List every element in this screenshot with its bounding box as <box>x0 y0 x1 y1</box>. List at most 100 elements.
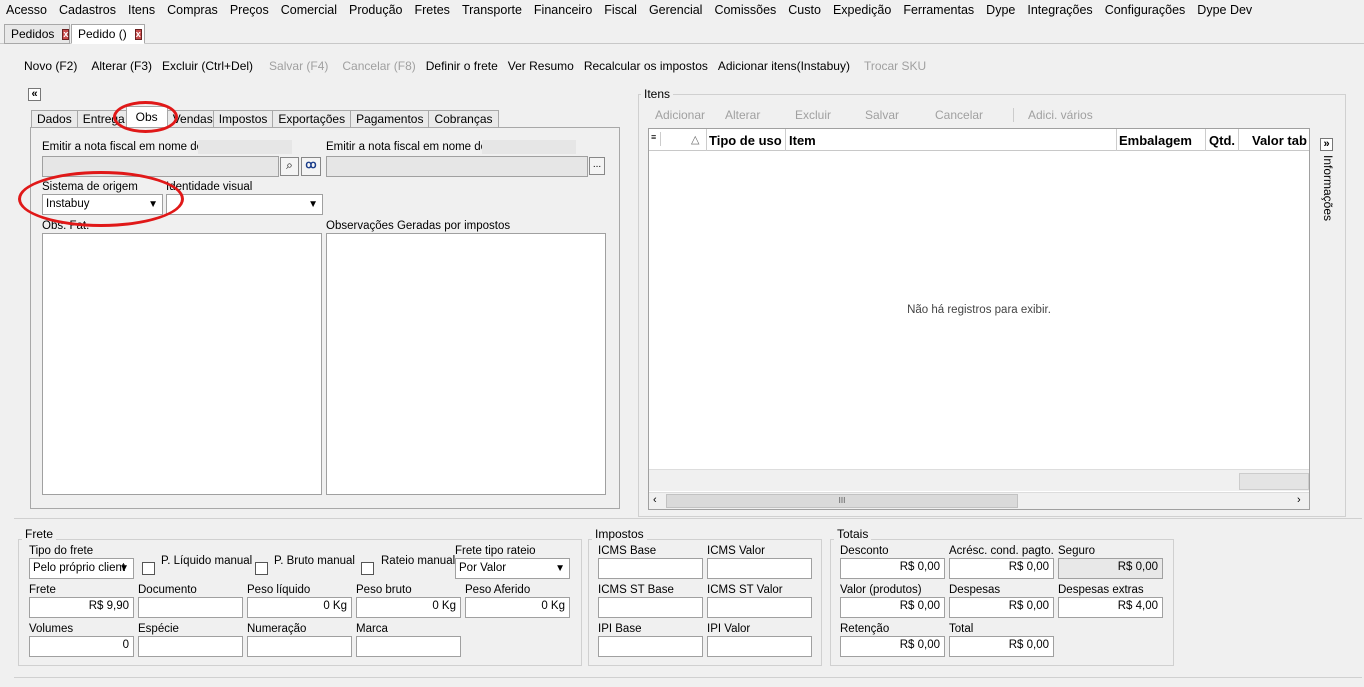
rateio-manual-checkbox[interactable] <box>361 562 374 575</box>
menu-comercial[interactable]: Comercial <box>275 3 343 17</box>
grid-header: ≡ △ Tipo de uso Item Embalagem Qtd. Valo… <box>649 129 1309 151</box>
volumes-input[interactable]: 0 <box>29 636 134 657</box>
tab-exportacoes[interactable]: Exportações <box>272 110 352 128</box>
documento-input[interactable] <box>138 597 243 618</box>
definir-frete-button[interactable]: Definir o frete <box>426 59 498 73</box>
close-icon[interactable]: x <box>134 28 142 40</box>
p-bruto-manual-checkbox[interactable] <box>255 562 268 575</box>
peso-liquido-input[interactable]: 0 Kg <box>247 597 352 618</box>
desconto-input[interactable]: R$ 0,00 <box>840 558 945 579</box>
icms-valor-input[interactable] <box>707 558 812 579</box>
col-qtd[interactable]: Qtd. <box>1209 133 1235 148</box>
browse-button[interactable]: ... <box>589 157 605 175</box>
doc-tab-pedido[interactable]: Pedido () x <box>71 24 145 44</box>
doc-tab-pedidos[interactable]: Pedidos x <box>4 24 70 44</box>
tab-dados[interactable]: Dados <box>31 110 78 128</box>
ipi-base-input[interactable] <box>598 636 703 657</box>
icms-base-input[interactable] <box>598 558 703 579</box>
itens-alterar-button[interactable]: Alterar <box>725 108 795 122</box>
col-embalagem[interactable]: Embalagem <box>1119 133 1192 148</box>
desconto-label: Desconto <box>840 545 889 557</box>
menu-financeiro[interactable]: Financeiro <box>528 3 598 17</box>
menu-transporte[interactable]: Transporte <box>456 3 528 17</box>
col-tipo-de-uso[interactable]: Tipo de uso <box>709 133 782 148</box>
especie-input[interactable] <box>138 636 243 657</box>
menu-comissoes[interactable]: Comissões <box>708 3 782 17</box>
retencao-input[interactable]: R$ 0,00 <box>840 636 945 657</box>
p-liquido-manual-checkbox[interactable] <box>142 562 155 575</box>
obs-geradas-textarea[interactable] <box>326 233 606 495</box>
frete-input[interactable]: R$ 9,90 <box>29 597 134 618</box>
tab-impostos[interactable]: Impostos <box>212 110 274 128</box>
valor-produtos-input[interactable]: R$ 0,00 <box>840 597 945 618</box>
informacoes-side-tab[interactable]: Informações <box>1319 155 1335 225</box>
menu-bar: Acesso Cadastros Itens Compras Preços Co… <box>0 0 1364 20</box>
menu-integracoes[interactable]: Integrações <box>1021 3 1098 17</box>
divider <box>14 518 1362 519</box>
menu-fiscal[interactable]: Fiscal <box>598 3 643 17</box>
novo-button[interactable]: Novo (F2) <box>24 59 77 73</box>
col-item[interactable]: Item <box>789 133 816 148</box>
menu-dype[interactable]: Dype <box>980 3 1021 17</box>
menu-dype-dev[interactable]: Dype Dev <box>1191 3 1258 17</box>
adicionar-itens-button[interactable]: Adicionar itens(Instabuy) <box>718 59 850 73</box>
total-input[interactable]: R$ 0,00 <box>949 636 1054 657</box>
itens-excluir-button[interactable]: Excluir <box>795 108 865 122</box>
peso-aferido-input[interactable]: 0 Kg <box>465 597 570 618</box>
menu-producao[interactable]: Produção <box>343 3 409 17</box>
frete-tipo-rateio-value: Por Valor <box>459 562 507 574</box>
identidade-visual-select[interactable]: ▼ <box>166 194 323 215</box>
search-icon[interactable]: ⌕ <box>280 157 299 176</box>
expand-info-icon[interactable]: » <box>1320 138 1333 151</box>
collapse-icon[interactable]: « <box>28 88 41 101</box>
column-chooser-icon[interactable]: ≡ <box>651 132 661 146</box>
scroll-thumb[interactable]: III <box>666 494 1018 508</box>
col-valor-tab[interactable]: Valor tab <box>1252 133 1309 148</box>
excluir-button[interactable]: Excluir (Ctrl+Del) <box>162 59 253 73</box>
ipi-valor-input[interactable] <box>707 636 812 657</box>
ver-resumo-button[interactable]: Ver Resumo <box>508 59 574 73</box>
itens-cancelar-button[interactable]: Cancelar <box>935 108 1013 122</box>
recalcular-impostos-button[interactable]: Recalcular os impostos <box>584 59 708 73</box>
marca-input[interactable] <box>356 636 461 657</box>
menu-ferramentas[interactable]: Ferramentas <box>897 3 980 17</box>
menu-expedicao[interactable]: Expedição <box>827 3 897 17</box>
menu-configuracoes[interactable]: Configurações <box>1099 3 1192 17</box>
menu-gerencial[interactable]: Gerencial <box>643 3 709 17</box>
itens-adicionar-button[interactable]: Adicionar <box>655 108 725 122</box>
obs-tabs: Dados Entrega Obs Vendas Impostos Export… <box>31 104 499 128</box>
peso-bruto-input[interactable]: 0 Kg <box>356 597 461 618</box>
menu-acesso[interactable]: Acesso <box>0 3 53 17</box>
itens-salvar-button[interactable]: Salvar <box>865 108 935 122</box>
menu-precos[interactable]: Preços <box>224 3 275 17</box>
close-icon[interactable]: x <box>62 28 70 40</box>
emitir-nota-input-2[interactable] <box>326 156 588 177</box>
itens-adici-varios-button[interactable]: Adici. vários <box>1013 108 1093 122</box>
despesas-input[interactable]: R$ 0,00 <box>949 597 1054 618</box>
tab-pagamentos[interactable]: Pagamentos <box>350 110 430 128</box>
scroll-left-icon[interactable]: ‹ <box>653 494 657 506</box>
obs-fat-textarea[interactable] <box>42 233 322 495</box>
sort-icon[interactable]: △ <box>691 133 699 146</box>
frete-tipo-rateio-select[interactable]: Por Valor ▼ <box>455 558 570 579</box>
cancelar-button[interactable]: Cancelar (F8) <box>342 59 415 73</box>
menu-fretes[interactable]: Fretes <box>409 3 456 17</box>
menu-cadastros[interactable]: Cadastros <box>53 3 122 17</box>
horizontal-scrollbar[interactable]: ‹ III › <box>649 492 1309 509</box>
menu-custo[interactable]: Custo <box>782 3 827 17</box>
numeracao-input[interactable] <box>247 636 352 657</box>
trocar-sku-button[interactable]: Trocar SKU <box>864 59 926 73</box>
menu-compras[interactable]: Compras <box>161 3 224 17</box>
acresc-input[interactable]: R$ 0,00 <box>949 558 1054 579</box>
menu-itens[interactable]: Itens <box>122 3 161 17</box>
icms-st-valor-input[interactable] <box>707 597 812 618</box>
salvar-button[interactable]: Salvar (F4) <box>269 59 328 73</box>
seguro-input[interactable]: R$ 0,00 <box>1058 558 1163 579</box>
tipo-frete-select[interactable]: Pelo próprio client ▼ <box>29 558 134 579</box>
tab-cobrancas[interactable]: Cobranças <box>428 110 499 128</box>
icms-st-base-input[interactable] <box>598 597 703 618</box>
alterar-button[interactable]: Alterar (F3) <box>91 59 152 73</box>
despesas-extras-input[interactable]: R$ 4,00 <box>1058 597 1163 618</box>
binoculars-icon[interactable]: ꝏ <box>301 157 321 176</box>
scroll-right-icon[interactable]: › <box>1297 494 1301 506</box>
